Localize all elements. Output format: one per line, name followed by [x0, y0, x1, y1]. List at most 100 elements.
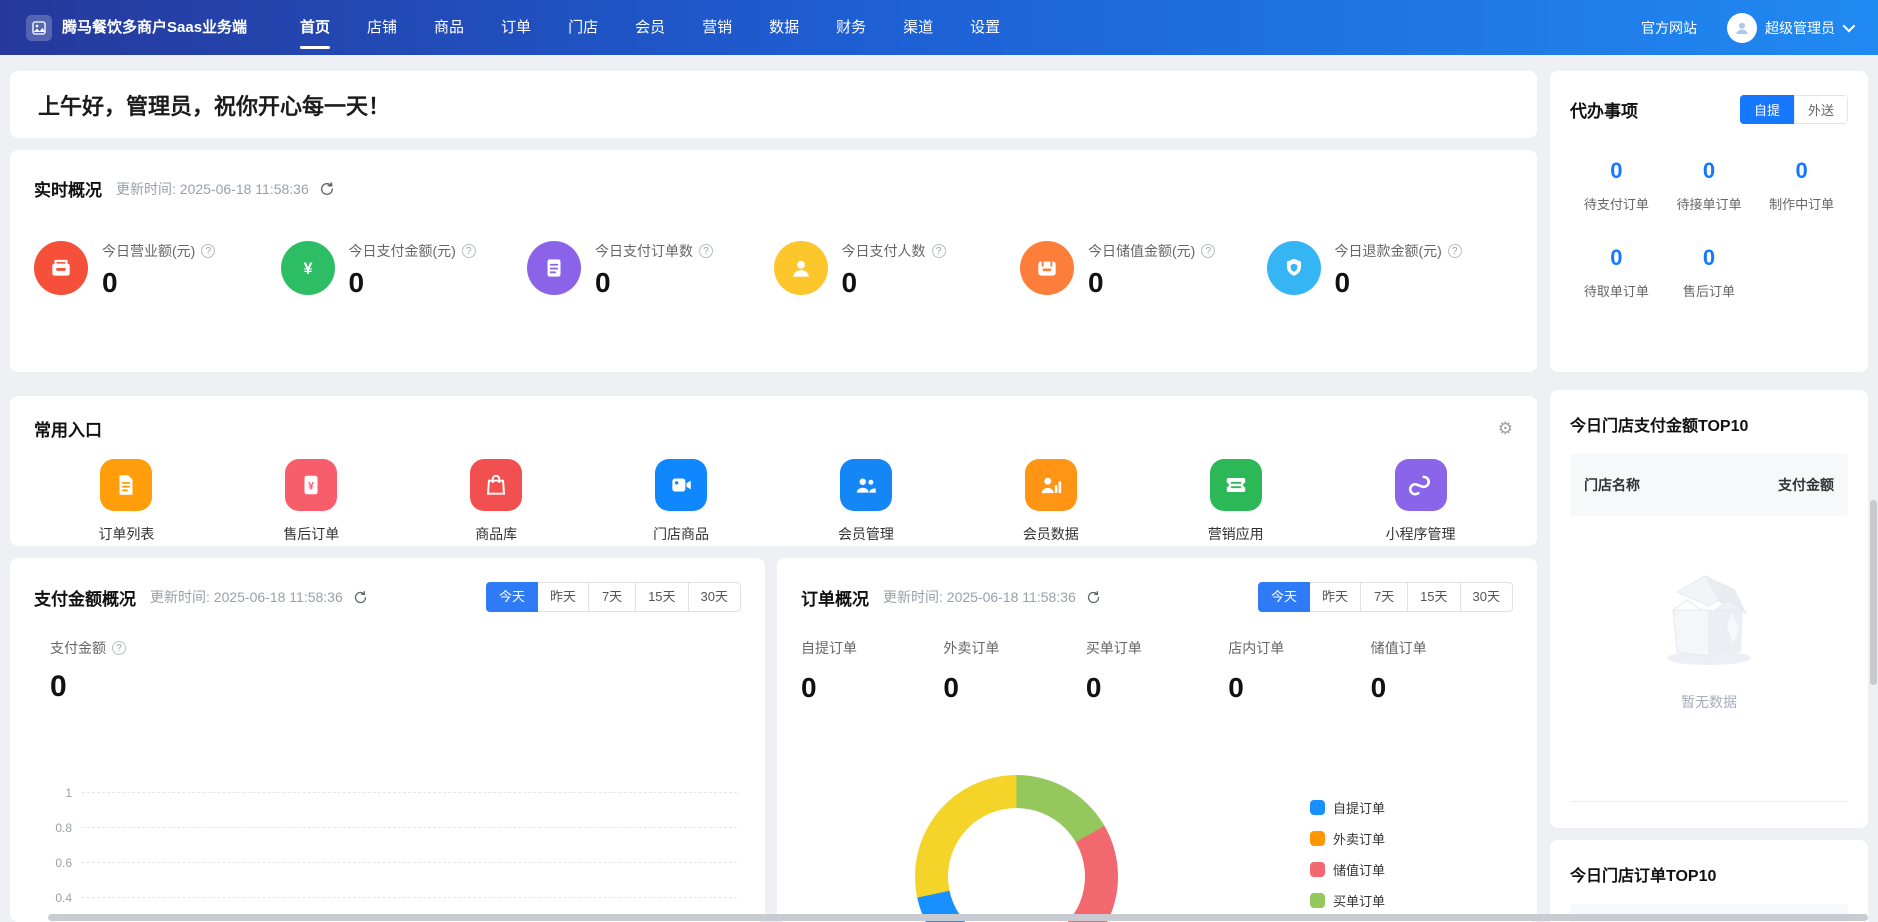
refresh-icon[interactable] — [319, 181, 335, 197]
nav-item-home[interactable]: 首页 — [300, 0, 330, 55]
stat-today-revenue: 今日营业额(元)? 0 — [34, 241, 281, 299]
payment-update-time: 更新时间: 2025-06-18 11:58:36 — [150, 587, 343, 607]
main-menu: 首页 店铺 商品 订单 门店 会员 营销 数据 财务 渠道 设置 — [300, 0, 1000, 55]
realtime-title: 实时概况 — [34, 176, 102, 201]
entry-goods-library[interactable]: 商品库 — [404, 459, 589, 544]
tab-today[interactable]: 今天 — [1258, 582, 1310, 612]
shop-goods-icon — [655, 459, 707, 511]
payment-overview-card: 支付金额概况 更新时间: 2025-06-18 11:58:36 今天 昨天 7… — [10, 558, 765, 922]
legend-swatch — [1310, 800, 1325, 815]
tab-7days[interactable]: 7天 — [588, 582, 636, 612]
toggle-delivery[interactable]: 外送 — [1794, 95, 1848, 124]
quick-entries-card: 常用入口 ⚙ 订单列表 ¥ 售后订单 商品库 门店商品 — [10, 396, 1537, 546]
donut-hole — [948, 808, 1085, 922]
entry-aftersale-orders[interactable]: ¥ 售后订单 — [219, 459, 404, 544]
tab-yesterday[interactable]: 昨天 — [1309, 582, 1361, 612]
order-update-time: 更新时间: 2025-06-18 11:58:36 — [883, 587, 1076, 607]
legend-item-pickup[interactable]: 自提订单 — [1310, 798, 1385, 817]
y-tick: 0.4 — [34, 891, 82, 905]
tab-today[interactable]: 今天 — [486, 582, 538, 612]
y-tick: 0.6 — [34, 856, 82, 870]
horizontal-scrollbar[interactable] — [48, 914, 1868, 921]
todo-item-unpaid: 0 待支付订单 — [1570, 158, 1663, 213]
app-logo — [26, 15, 52, 41]
tab-yesterday[interactable]: 昨天 — [537, 582, 589, 612]
order-title: 订单概况 — [801, 585, 869, 610]
revenue-icon — [34, 241, 88, 295]
official-website-link[interactable]: 官方网站 — [1641, 18, 1697, 38]
stat-today-paying-users: 今日支付人数? 0 — [774, 241, 1021, 299]
payment-metric-value: 0 — [50, 670, 741, 704]
entry-order-list[interactable]: 订单列表 — [34, 459, 219, 544]
svg-text:¥: ¥ — [303, 260, 312, 278]
nav-item-goods[interactable]: 商品 — [434, 0, 464, 55]
user-menu[interactable]: 超级管理员 — [1727, 13, 1852, 43]
member-manage-icon — [840, 459, 892, 511]
help-icon[interactable]: ? — [462, 244, 476, 258]
legend-item-paybill[interactable]: 买单订单 — [1310, 891, 1385, 910]
entry-shop-goods[interactable]: 门店商品 — [589, 459, 774, 544]
nav-item-members[interactable]: 会员 — [635, 0, 665, 55]
realtime-overview-card: 实时概况 更新时间: 2025-06-18 11:58:36 今日营业额(元)?… — [10, 150, 1537, 372]
entry-member-manage[interactable]: 会员管理 — [774, 459, 959, 544]
tab-7days[interactable]: 7天 — [1360, 582, 1408, 612]
legend-item-delivery[interactable]: 外卖订单 — [1310, 829, 1385, 848]
quick-entries-title: 常用入口 — [34, 416, 102, 441]
user-icon — [1733, 19, 1751, 37]
entry-miniprogram-manage[interactable]: 小程序管理 — [1328, 459, 1513, 544]
top10-orders-title: 今日门店订单TOP10 — [1570, 862, 1848, 886]
y-tick: 0.8 — [34, 821, 82, 835]
todo-count[interactable]: 0 — [1663, 158, 1756, 184]
tab-30days[interactable]: 30天 — [688, 582, 741, 612]
order-donut-chart — [915, 775, 1118, 922]
nav-item-marketing[interactable]: 营销 — [702, 0, 732, 55]
tab-30days[interactable]: 30天 — [1460, 582, 1513, 612]
payment-metric-label: 支付金额 — [50, 638, 106, 658]
nav-item-orders[interactable]: 订单 — [501, 0, 531, 55]
tab-15days[interactable]: 15天 — [635, 582, 688, 612]
app-title: 腾马餐饮多商户Saas业务端 — [62, 18, 260, 37]
avatar — [1727, 13, 1757, 43]
order-stat-stored: 储值订单0 — [1371, 638, 1513, 704]
nav-item-shops[interactable]: 门店 — [568, 0, 598, 55]
todo-count[interactable]: 0 — [1663, 245, 1756, 271]
stat-today-payment-amount: ¥ 今日支付金额(元)? 0 — [281, 241, 528, 299]
todo-item-to-pickup: 0 待取单订单 — [1570, 245, 1663, 300]
order-list-icon — [100, 459, 152, 511]
entry-member-data[interactable]: 会员数据 — [958, 459, 1143, 544]
help-icon[interactable]: ? — [112, 641, 126, 655]
todo-count[interactable]: 0 — [1755, 158, 1848, 184]
top10-payment-title: 今日门店支付金额TOP10 — [1570, 412, 1848, 436]
help-icon[interactable]: ? — [1201, 244, 1215, 258]
nav-item-data[interactable]: 数据 — [769, 0, 799, 55]
todo-count[interactable]: 0 — [1570, 158, 1663, 184]
help-icon[interactable]: ? — [201, 244, 215, 258]
greeting-card: 上午好，管理员，祝你开心每一天！ — [10, 71, 1537, 138]
vertical-scrollbar[interactable] — [1870, 500, 1877, 685]
todo-title: 代办事项 — [1570, 97, 1638, 122]
stat-value: 0 — [349, 267, 476, 299]
refresh-icon[interactable] — [353, 590, 368, 605]
refresh-icon[interactable] — [1086, 590, 1101, 605]
empty-text: 暂无数据 — [1681, 692, 1737, 712]
top-nav: 腾马餐饮多商户Saas业务端 首页 店铺 商品 订单 门店 会员 营销 数据 财… — [0, 0, 1878, 55]
todo-panel: 代办事项 自提 外送 0 待支付订单 0 待接单订单 0 制作中订单 0 待取单… — [1550, 71, 1868, 372]
legend-item-stored[interactable]: 储值订单 — [1310, 860, 1385, 879]
nav-item-settings[interactable]: 设置 — [970, 0, 1000, 55]
entry-marketing-apps[interactable]: 营销应用 — [1143, 459, 1328, 544]
nav-item-channels[interactable]: 渠道 — [903, 0, 933, 55]
tab-15days[interactable]: 15天 — [1407, 582, 1460, 612]
help-icon[interactable]: ? — [699, 244, 713, 258]
stat-value: 0 — [102, 267, 215, 299]
toggle-pickup[interactable]: 自提 — [1740, 95, 1794, 124]
help-icon[interactable]: ? — [932, 244, 946, 258]
logo-image-icon — [31, 20, 47, 36]
todo-count[interactable]: 0 — [1570, 245, 1663, 271]
nav-item-finance[interactable]: 财务 — [836, 0, 866, 55]
stat-today-refund-amount: 今日退款金额(元)? 0 — [1267, 241, 1514, 299]
gear-icon[interactable]: ⚙ — [1498, 419, 1513, 439]
empty-box-icon — [1643, 552, 1775, 670]
nav-item-store[interactable]: 店铺 — [367, 0, 397, 55]
order-stat-instore: 店内订单0 — [1228, 638, 1370, 704]
help-icon[interactable]: ? — [1448, 244, 1462, 258]
